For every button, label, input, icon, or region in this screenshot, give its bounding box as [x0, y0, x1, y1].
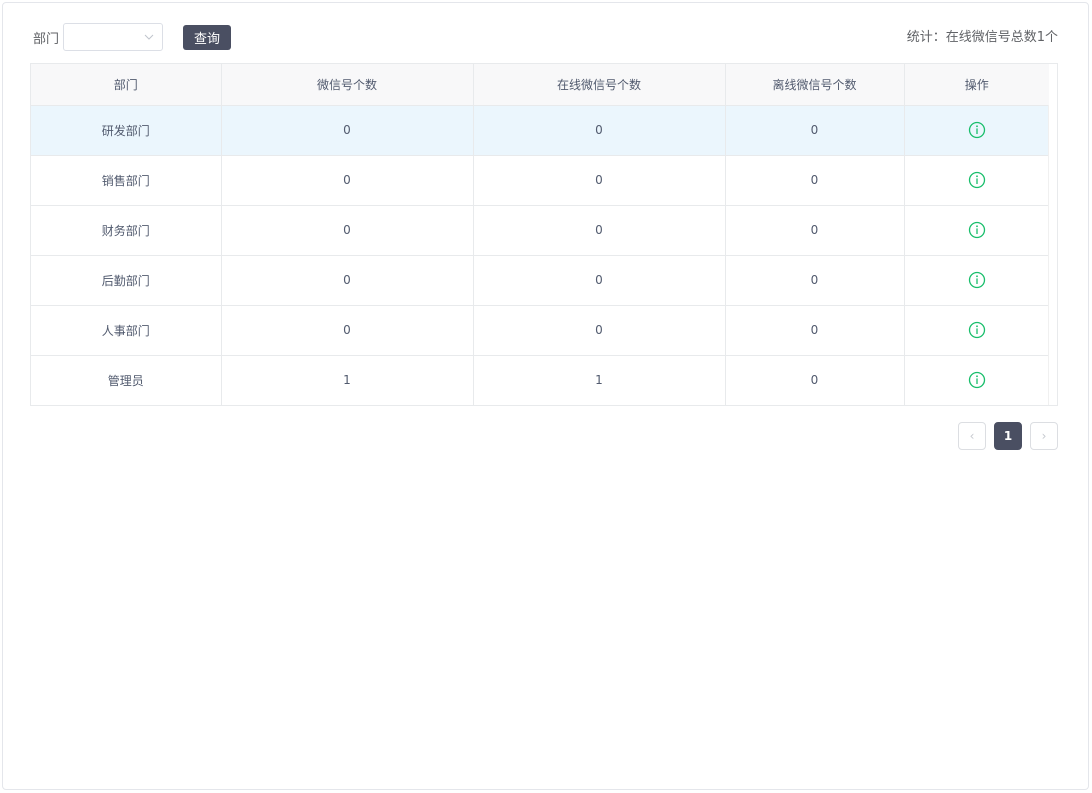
cell-offline: 0 [725, 155, 905, 206]
cell-action [904, 255, 1049, 306]
table-header-row: 部门 微信号个数 在线微信号个数 离线微信号个数 操作 [31, 64, 1049, 106]
cell-offline: 0 [725, 105, 905, 156]
table-row[interactable]: 后勤部门 0 0 0 [31, 255, 1049, 306]
col-header-offline: 离线微信号个数 [725, 64, 905, 106]
cell-action [904, 155, 1049, 206]
cell-dept: 后勤部门 [31, 255, 222, 306]
cell-dept: 销售部门 [31, 155, 222, 206]
dept-select[interactable] [63, 23, 164, 51]
cell-total: 0 [221, 305, 474, 356]
cell-offline: 0 [725, 205, 905, 256]
info-circle-icon[interactable] [968, 171, 986, 189]
cell-total: 0 [221, 105, 474, 156]
cell-action [904, 105, 1049, 156]
dept-filter-label: 部门 [33, 31, 60, 47]
dept-table: 部门 微信号个数 在线微信号个数 离线微信号个数 操作 研发部门 0 0 0 销售部门 0… [30, 63, 1058, 406]
cell-action [904, 305, 1049, 356]
filter-toolbar: 部门 查询 [33, 23, 232, 51]
table-scrollbar[interactable] [1048, 105, 1057, 405]
next-page-button[interactable]: › [1030, 422, 1058, 450]
cell-online: 0 [473, 155, 726, 206]
cell-online: 0 [473, 105, 726, 156]
cell-total: 0 [221, 255, 474, 306]
info-circle-icon[interactable] [968, 321, 986, 339]
cell-dept: 研发部门 [31, 105, 222, 156]
cell-total: 0 [221, 155, 474, 206]
info-circle-icon[interactable] [968, 121, 986, 139]
table-row[interactable]: 人事部门 0 0 0 [31, 305, 1049, 356]
cell-online: 0 [473, 205, 726, 256]
cell-offline: 0 [725, 305, 905, 356]
cell-offline: 0 [725, 355, 905, 406]
table-row[interactable]: 管理员 1 1 0 [31, 355, 1049, 406]
cell-offline: 0 [725, 255, 905, 306]
table-row[interactable]: 财务部门 0 0 0 [31, 205, 1049, 256]
col-header-online: 在线微信号个数 [473, 64, 726, 106]
info-circle-icon[interactable] [968, 221, 986, 239]
cell-dept: 财务部门 [31, 205, 222, 256]
cell-online: 1 [473, 355, 726, 406]
query-button[interactable]: 查询 [183, 24, 232, 50]
pagination: ‹ 1 › [958, 422, 1058, 450]
info-circle-icon[interactable] [968, 271, 986, 289]
page-1-button[interactable]: 1 [994, 422, 1022, 450]
info-circle-icon[interactable] [968, 371, 986, 389]
stats-summary: 统计：在线微信号总数1个 [906, 30, 1058, 45]
prev-page-button[interactable]: ‹ [958, 422, 986, 450]
cell-action [904, 355, 1049, 406]
col-header-dept: 部门 [31, 64, 222, 106]
table-row[interactable]: 销售部门 0 0 0 [31, 155, 1049, 206]
col-header-total: 微信号个数 [221, 64, 474, 106]
cell-online: 0 [473, 255, 726, 306]
cell-total: 1 [221, 355, 474, 406]
col-header-action: 操作 [904, 64, 1049, 106]
cell-action [904, 205, 1049, 256]
cell-total: 0 [221, 205, 474, 256]
chevron-down-icon [144, 34, 154, 40]
cell-dept: 人事部门 [31, 305, 222, 356]
cell-dept: 管理员 [31, 355, 222, 406]
table-row[interactable]: 研发部门 0 0 0 [31, 105, 1049, 156]
cell-online: 0 [473, 305, 726, 356]
